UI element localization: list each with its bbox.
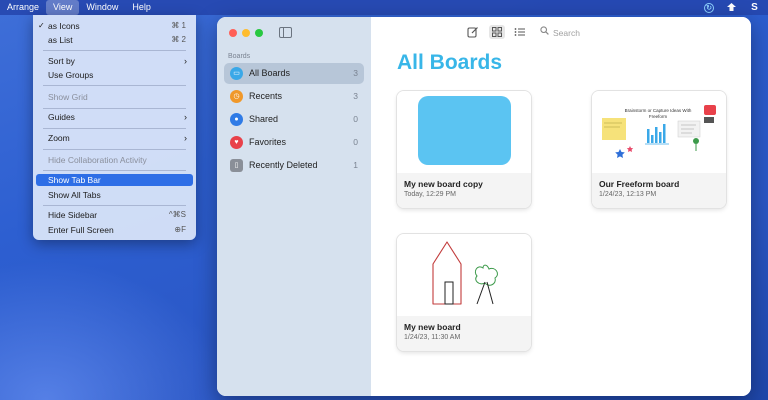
main-content: Search All Boards My new board copy Toda… [371, 17, 751, 396]
freeform-thumb-illustration [592, 91, 726, 173]
trash-icon: ▯ [230, 159, 243, 172]
menu-window[interactable]: Window [79, 0, 125, 15]
clock-icon: ◷ [230, 90, 243, 103]
board-date: Today, 12:29 PM [404, 191, 456, 198]
chevron-right-icon: › [184, 55, 187, 67]
s-app-icon[interactable]: S [749, 2, 760, 13]
sync-icon[interactable]: ↻ [704, 3, 714, 13]
checkmark-icon: ✓ [38, 20, 45, 32]
board-card-our-freeform-board[interactable]: Brainstorm or Capture Ideas With Freefor… [592, 91, 726, 208]
sidebar-item-shared[interactable]: ● Shared 0 [224, 109, 364, 130]
chevron-right-icon: › [184, 111, 187, 123]
menu-item-show-tab-bar[interactable]: Show Tab Bar [36, 174, 193, 186]
sidebar-section-label: Boards [228, 53, 250, 60]
menu-separator [43, 50, 186, 51]
sidebar-item-recently-deleted[interactable]: ▯ Recently Deleted 1 [224, 155, 364, 176]
compose-icon[interactable] [467, 26, 479, 38]
menu-item-sort-by[interactable]: Sort by › [33, 55, 196, 67]
menu-item-guides[interactable]: Guides › [33, 111, 196, 123]
menu-help[interactable]: Help [125, 0, 158, 15]
zoom-button[interactable] [255, 29, 263, 37]
share-icon[interactable] [726, 2, 737, 13]
board-card-my-new-board[interactable]: My new board 1/24/23, 11:30 AM [397, 234, 531, 351]
menu-item-show-all-tabs[interactable]: Show All Tabs [33, 189, 196, 201]
window-controls [229, 29, 263, 37]
menu-separator [43, 149, 186, 150]
menu-item-as-list[interactable]: as List ⌘ 2 [33, 34, 196, 46]
menu-item-show-grid: Show Grid [33, 91, 196, 103]
menu-separator [43, 128, 186, 129]
minimize-button[interactable] [242, 29, 250, 37]
menu-item-zoom[interactable]: Zoom › [33, 132, 196, 144]
menu-item-enter-full-screen[interactable]: Enter Full Screen ⊕F [33, 224, 196, 236]
list-view-icon[interactable] [514, 26, 526, 38]
search-icon [540, 26, 549, 37]
blue-square-shape [418, 96, 511, 165]
menu-separator [43, 108, 186, 109]
people-icon: ● [230, 113, 243, 126]
board-thumbnail: Brainstorm or Capture Ideas With Freefor… [592, 91, 726, 173]
board-thumbnail [397, 234, 531, 316]
page-title: All Boards [397, 51, 502, 75]
view-menu: ✓ as Icons ⌘ 1 as List ⌘ 2 Sort by › Use… [33, 15, 196, 240]
sidebar-item-recents[interactable]: ◷ Recents 3 [224, 86, 364, 107]
search-field[interactable]: Search [536, 24, 741, 41]
menu-item-use-groups[interactable]: Use Groups [33, 69, 196, 81]
house-tree-drawing [397, 234, 531, 316]
board-card-my-new-board-copy[interactable]: My new board copy Today, 12:29 PM [397, 91, 531, 208]
board-name: Our Freeform board [599, 179, 679, 189]
menu-item-hide-sidebar[interactable]: Hide Sidebar ^⌘S [33, 209, 196, 221]
boards-icon: ▭ [230, 67, 243, 80]
freeform-window: Boards ▭ All Boards 3 ◷ Recents 3 ● Shar… [217, 17, 751, 396]
menu-arrange[interactable]: Arrange [0, 0, 46, 15]
menu-item-hide-collaboration: Hide Collaboration Activity [33, 154, 196, 166]
close-button[interactable] [229, 29, 237, 37]
chevron-right-icon: › [184, 132, 187, 144]
board-date: 1/24/23, 12:13 PM [599, 191, 656, 198]
grid-view-icon[interactable] [489, 25, 505, 39]
sidebar-toggle-icon[interactable] [279, 27, 292, 38]
menu-view[interactable]: View [46, 0, 79, 15]
sidebar: Boards ▭ All Boards 3 ◷ Recents 3 ● Shar… [217, 17, 371, 396]
menu-item-as-icons[interactable]: ✓ as Icons ⌘ 1 [33, 20, 196, 32]
board-name: My new board [404, 322, 461, 332]
menu-bar: Arrange View Window Help ↻ S [0, 0, 768, 15]
board-name: My new board copy [404, 179, 483, 189]
wallpaper-wave [0, 260, 230, 400]
menu-separator [43, 205, 186, 206]
board-thumbnail [397, 91, 531, 173]
heart-icon: ♥ [230, 136, 243, 149]
menu-separator [43, 85, 186, 86]
search-placeholder: Search [553, 28, 580, 38]
board-date: 1/24/23, 11:30 AM [404, 334, 460, 341]
sidebar-item-all-boards[interactable]: ▭ All Boards 3 [224, 63, 364, 84]
sidebar-item-favorites[interactable]: ♥ Favorites 0 [224, 132, 364, 153]
menu-separator [43, 170, 186, 171]
